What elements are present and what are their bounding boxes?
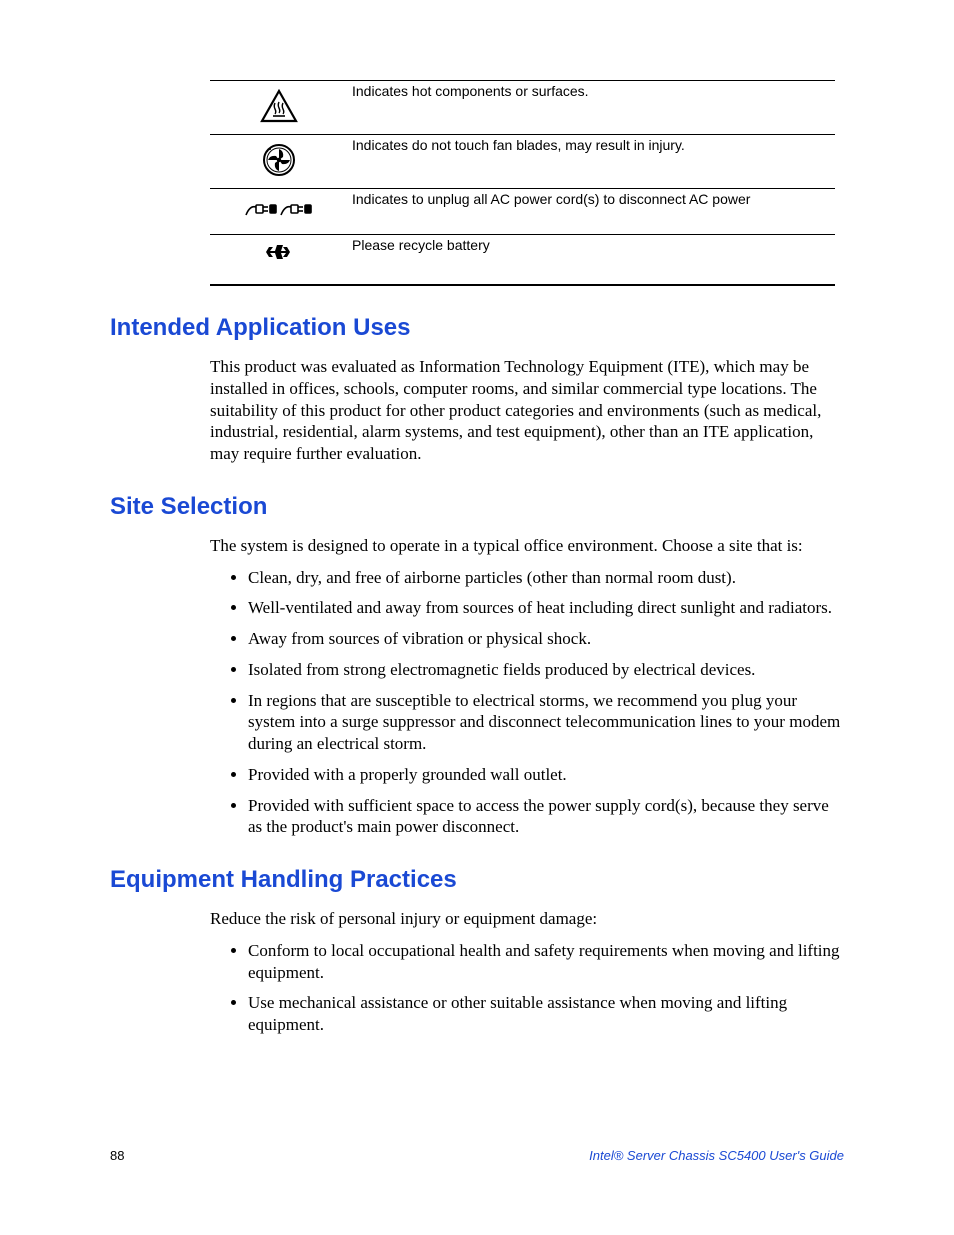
recycle-battery-icon bbox=[264, 243, 294, 276]
bullet-list: Clean, dry, and free of airborne particl… bbox=[210, 567, 844, 839]
safety-symbol-table: Indicates hot components or surfaces. bbox=[210, 80, 835, 286]
unplug-cords-icon bbox=[244, 197, 314, 226]
list-item: Isolated from strong electromagnetic fie… bbox=[248, 659, 844, 681]
table-cell-text: Indicates hot components or surfaces. bbox=[348, 81, 835, 135]
list-item: Conform to local occupational health and… bbox=[248, 940, 844, 984]
list-item: Clean, dry, and free of airborne particl… bbox=[248, 567, 844, 589]
list-item: Provided with sufficient space to access… bbox=[248, 795, 844, 839]
table-row: Indicates hot components or surfaces. bbox=[210, 81, 835, 135]
table-cell-text: Please recycle battery bbox=[348, 235, 835, 286]
heading-site-selection: Site Selection bbox=[110, 493, 844, 521]
list-item: Provided with a properly grounded wall o… bbox=[248, 764, 844, 786]
paragraph: The system is designed to operate in a t… bbox=[210, 535, 844, 557]
body-block: The system is designed to operate in a t… bbox=[210, 535, 844, 838]
paragraph: This product was evaluated as Informatio… bbox=[210, 356, 844, 465]
list-item: Away from sources of vibration or physic… bbox=[248, 628, 844, 650]
table-row: Indicates do not touch fan blades, may r… bbox=[210, 135, 835, 189]
list-item: Well-ventilated and away from sources of… bbox=[248, 597, 844, 619]
list-item: Use mechanical assistance or other suita… bbox=[248, 992, 844, 1036]
table-cell-text: Indicates to unplug all AC power cord(s)… bbox=[348, 189, 835, 235]
table-row: Indicates to unplug all AC power cord(s)… bbox=[210, 189, 835, 235]
table-row: Please recycle battery bbox=[210, 235, 835, 286]
document-page: Indicates hot components or surfaces. bbox=[0, 0, 954, 1235]
paragraph: Reduce the risk of personal injury or eq… bbox=[210, 908, 844, 930]
table-cell-text: Indicates do not touch fan blades, may r… bbox=[348, 135, 835, 189]
fan-blade-icon bbox=[262, 143, 296, 180]
footer-doc-title: Intel® Server Chassis SC5400 User's Guid… bbox=[589, 1148, 844, 1163]
body-block: This product was evaluated as Informatio… bbox=[210, 356, 844, 465]
heading-intended-application-uses: Intended Application Uses bbox=[110, 314, 844, 342]
page-footer: 88 Intel® Server Chassis SC5400 User's G… bbox=[110, 1148, 844, 1163]
heading-equipment-handling-practices: Equipment Handling Practices bbox=[110, 866, 844, 894]
body-block: Reduce the risk of personal injury or eq… bbox=[210, 908, 844, 1036]
bullet-list: Conform to local occupational health and… bbox=[210, 940, 844, 1036]
hot-surface-icon bbox=[260, 89, 298, 126]
page-number: 88 bbox=[110, 1148, 124, 1163]
list-item: In regions that are susceptible to elect… bbox=[248, 690, 844, 755]
